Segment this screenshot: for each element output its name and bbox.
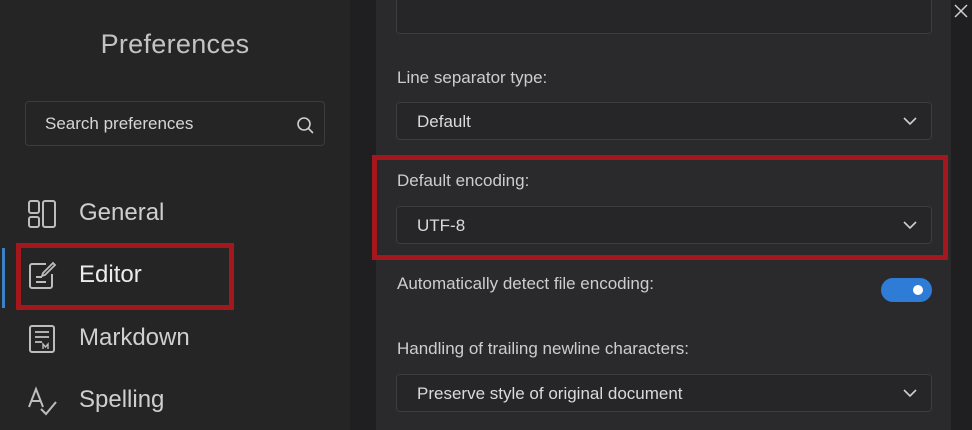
- auto-detect-toggle[interactable]: [881, 278, 932, 302]
- search-box[interactable]: [25, 101, 325, 146]
- chevron-down-icon: [903, 221, 917, 230]
- default-encoding-label: Default encoding:: [397, 171, 530, 190]
- line-separator-select[interactable]: Default: [396, 102, 932, 140]
- trailing-newline-value: Preserve style of original document: [417, 384, 683, 403]
- trailing-newline-select[interactable]: Preserve style of original document: [396, 374, 932, 412]
- sidebar: Preferences General Editor: [0, 0, 350, 430]
- line-separator-value: Default: [417, 112, 471, 131]
- sidebar-item-label: Editor: [79, 261, 142, 288]
- toggle-knob: [913, 285, 923, 295]
- sidebar-item-label: Markdown: [79, 324, 190, 351]
- sidebar-item-general[interactable]: General: [0, 184, 350, 244]
- layout-icon: [28, 200, 56, 228]
- auto-detect-label: Automatically detect file encoding:: [397, 274, 655, 293]
- default-encoding-value: UTF-8: [417, 216, 466, 235]
- chevron-down-icon: [903, 117, 917, 126]
- line-separator-label: Line separator type:: [397, 68, 548, 87]
- sidebar-item-markdown[interactable]: Markdown: [0, 309, 350, 369]
- page-title: Preferences: [100, 29, 250, 59]
- search-icon[interactable]: [296, 116, 314, 134]
- trailing-newline-label: Handling of trailing newline characters:: [397, 339, 689, 358]
- sidebar-item-label: General: [79, 199, 165, 226]
- default-encoding-select[interactable]: UTF-8: [396, 206, 932, 244]
- markdown-icon: [29, 325, 55, 353]
- close-icon[interactable]: [952, 2, 970, 20]
- sidebar-item-editor[interactable]: Editor: [0, 246, 350, 306]
- sidebar-item-label: Spelling: [79, 386, 165, 413]
- top-select-partial[interactable]: [396, 0, 932, 34]
- chevron-down-icon: [903, 389, 917, 398]
- sidebar-item-spelling[interactable]: Spelling: [0, 371, 350, 430]
- spellcheck-icon: [28, 386, 57, 416]
- search-input[interactable]: [45, 114, 285, 134]
- edit-icon: [29, 261, 57, 289]
